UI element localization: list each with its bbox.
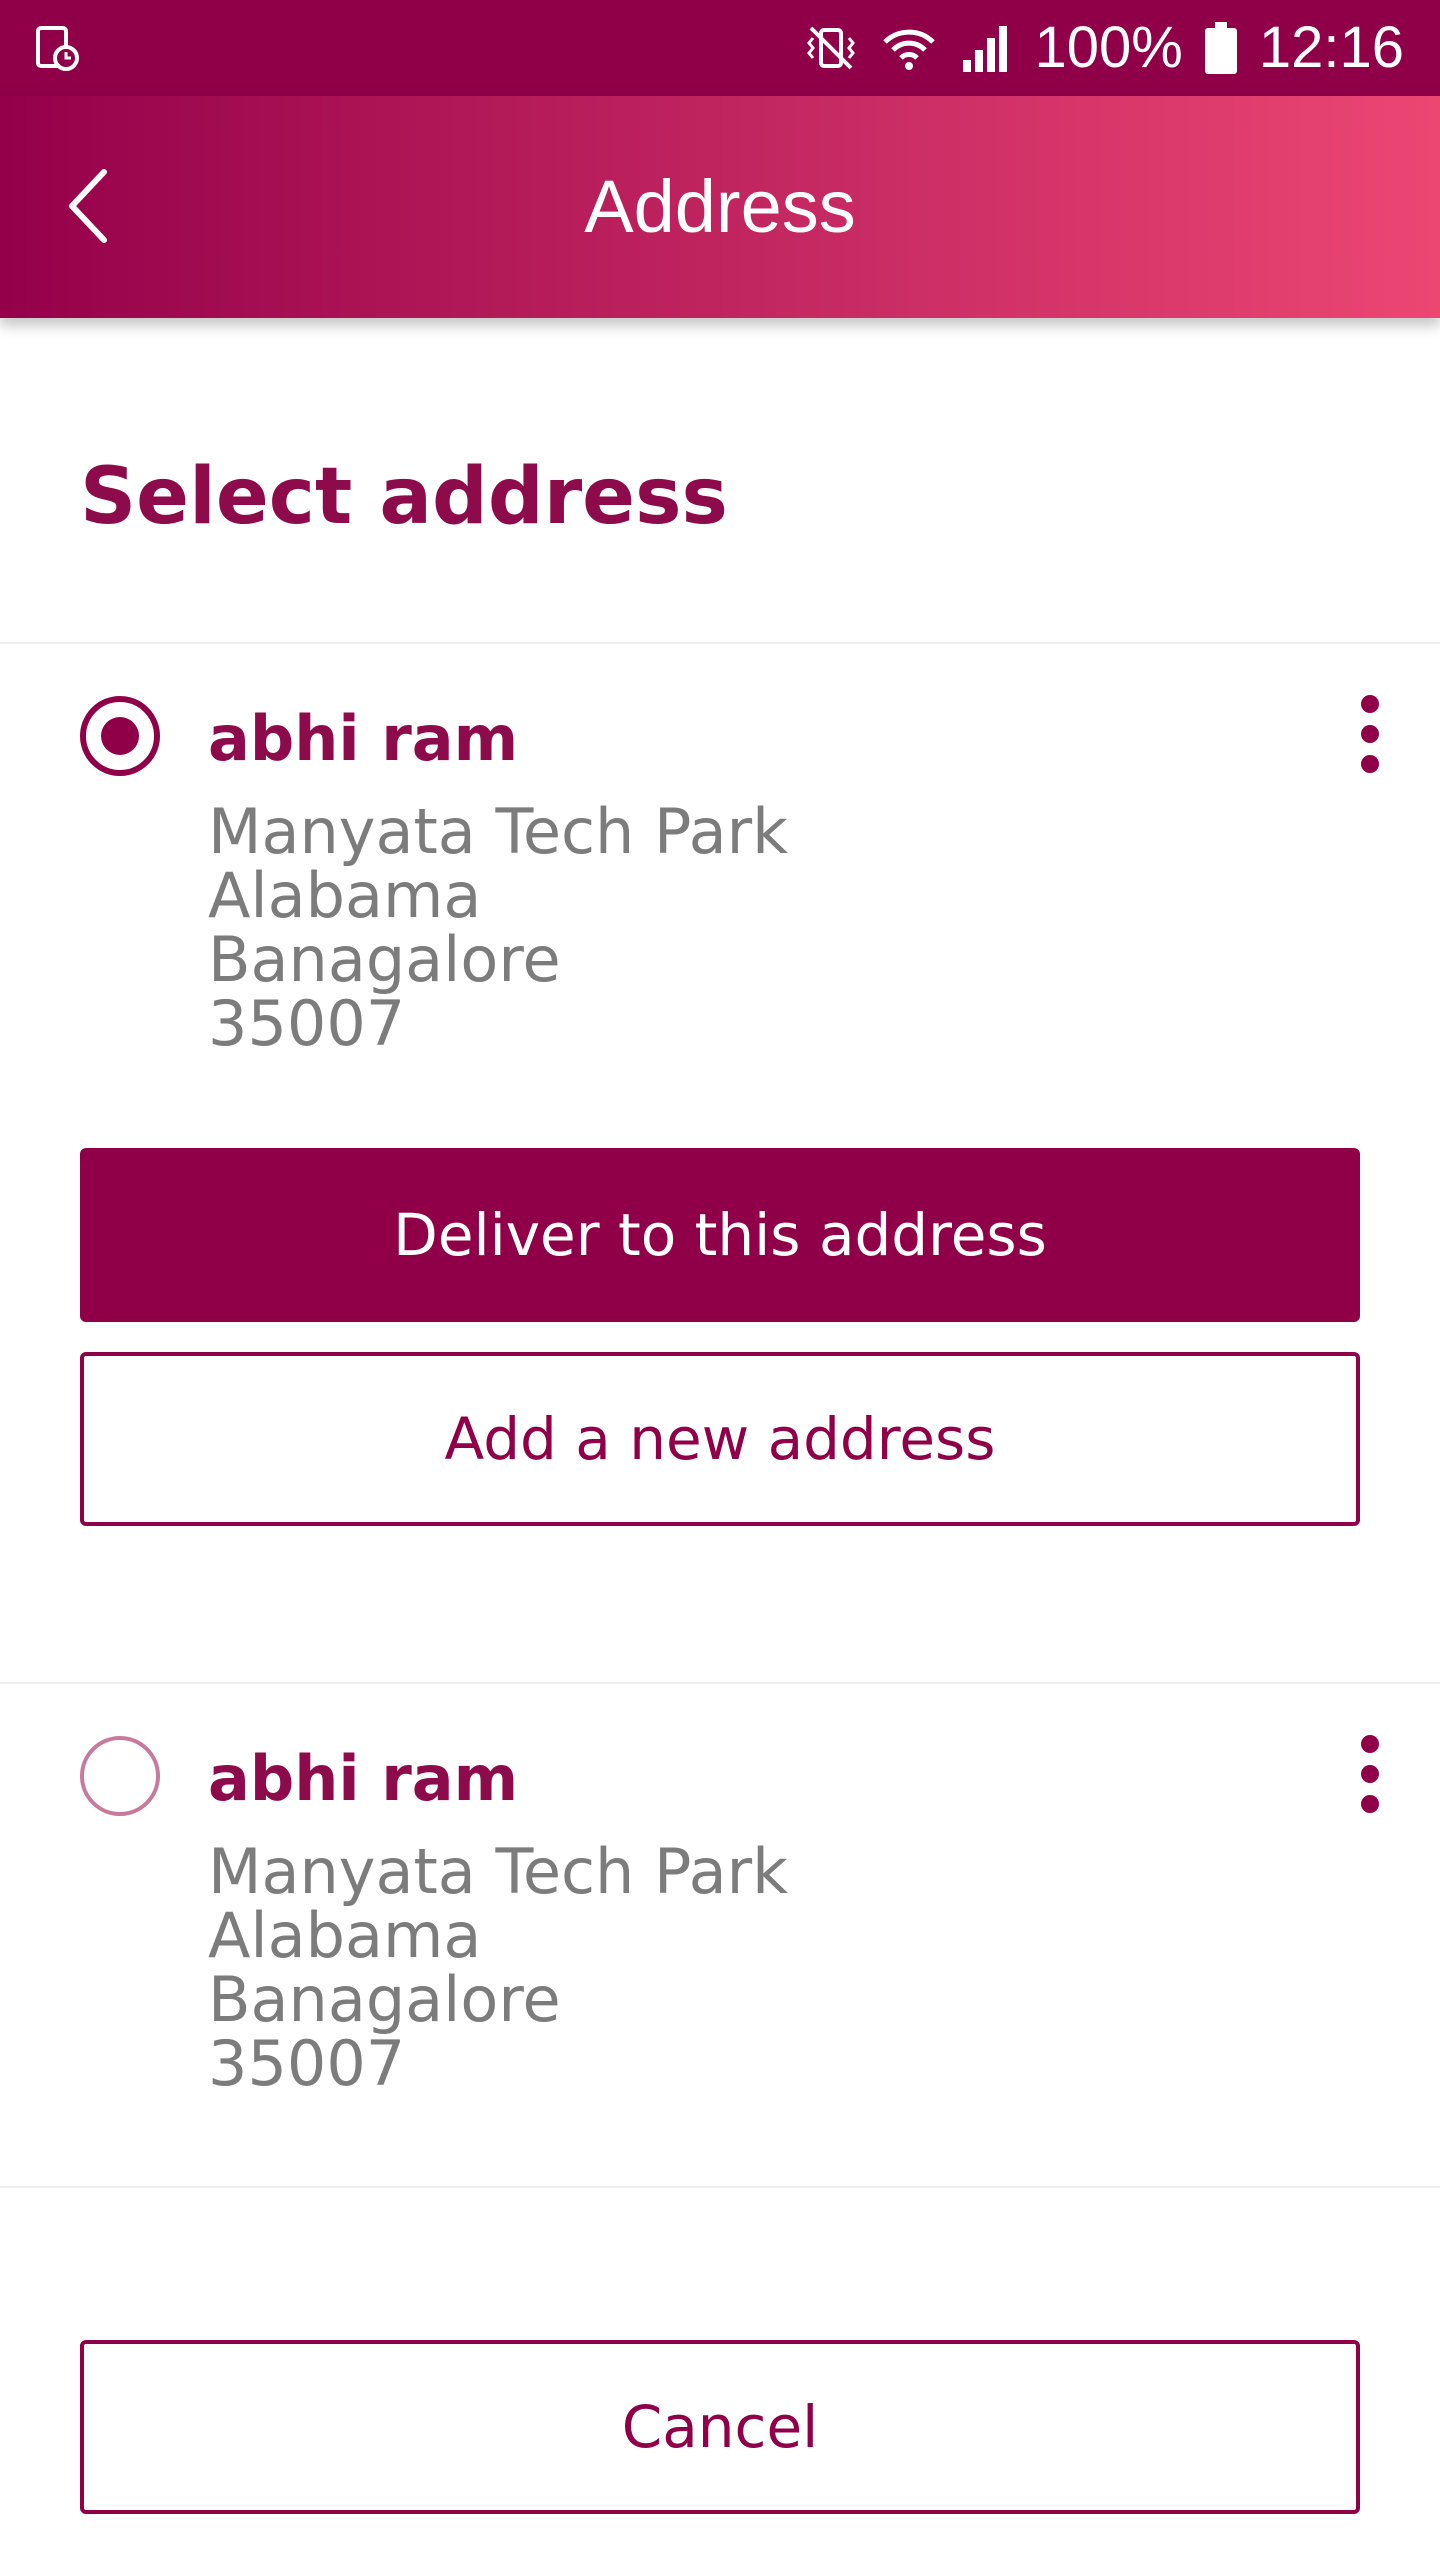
address-line-state: Alabama — [208, 859, 482, 932]
app-bar: Address — [0, 96, 1440, 318]
address-radio-unselected[interactable] — [80, 1736, 160, 1816]
address-line-zip: 35007 — [208, 2027, 406, 2100]
more-vert-icon — [1361, 695, 1379, 773]
deliver-to-this-address-button[interactable]: Deliver to this address — [80, 1148, 1360, 1322]
back-button[interactable] — [40, 156, 140, 256]
address-name: abhi ram — [208, 1742, 519, 1815]
clock: 12:16 — [1258, 15, 1404, 80]
section-title: Select address — [80, 452, 728, 542]
battery-percent: 100% — [1034, 15, 1183, 80]
address-line-zip: 35007 — [208, 987, 406, 1060]
divider — [0, 2186, 1440, 2188]
address-lines: Manyata Tech Park Alabama Banagalore 350… — [208, 800, 788, 1056]
status-icons: 100% 12:16 — [801, 0, 1404, 96]
wifi-icon — [882, 29, 935, 70]
screen-record-icon — [36, 26, 79, 71]
page-title: Address — [584, 165, 856, 248]
vibrate-mute-icon — [806, 26, 855, 70]
address-card: abhi ram Manyata Tech Park Alabama Banag… — [0, 1684, 1440, 2184]
more-vert-icon — [1361, 1735, 1379, 1813]
add-new-address-button[interactable]: Add a new address — [80, 1352, 1360, 1526]
address-screen: 100% 12:16 Address Select address abhi r… — [0, 0, 1440, 2560]
battery-icon — [1204, 22, 1237, 74]
status-bar: 100% 12:16 — [0, 0, 1440, 96]
cancel-button[interactable]: Cancel — [80, 2340, 1360, 2514]
address-line-state: Alabama — [208, 1899, 482, 1972]
address-radio-selected[interactable] — [80, 696, 160, 776]
chevron-left-icon — [69, 169, 107, 243]
signal-icon — [962, 26, 1007, 72]
address-line-street: Manyata Tech Park — [208, 795, 789, 868]
address-lines: Manyata Tech Park Alabama Banagalore 350… — [208, 1840, 788, 2096]
address-name: abhi ram — [208, 702, 519, 775]
address-line-city: Banagalore — [208, 1963, 561, 2036]
address-line-city: Banagalore — [208, 923, 561, 996]
more-options-button[interactable] — [1330, 1726, 1410, 1826]
address-line-street: Manyata Tech Park — [208, 1835, 789, 1908]
more-options-button[interactable] — [1330, 686, 1410, 786]
